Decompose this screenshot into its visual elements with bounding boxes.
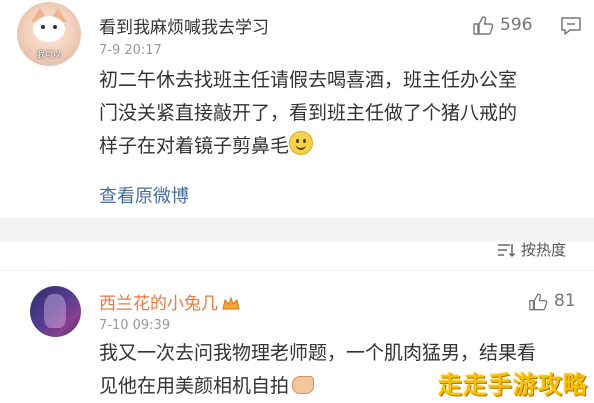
avatar-figure (44, 294, 66, 328)
like-count: 596 (500, 15, 533, 35)
hand-emoji-icon (292, 376, 315, 394)
view-original-link[interactable]: 查看原微博 (99, 182, 189, 208)
smile-emoji-icon (289, 131, 314, 155)
like-button[interactable]: 81 (528, 291, 576, 311)
like-button[interactable]: 596 (472, 15, 532, 35)
cat-face (33, 16, 65, 42)
comment-time: 7-10 09:39 (99, 318, 171, 333)
sort-icon (498, 243, 515, 257)
comment-username[interactable]: 西兰花的小兔几 (99, 289, 240, 314)
comment-text-line: 样子在对着镜子剪鼻毛 (99, 130, 517, 163)
username-text: 西兰花的小兔几 (99, 294, 218, 314)
comment-icon (561, 17, 581, 35)
avatar[interactable] (30, 286, 81, 337)
comment-text-line: 门没关紧直接敲开了，看到班主任做了个猪八戒的 (99, 102, 518, 124)
divider-line (0, 270, 594, 271)
watermark: 走走手游攻略 (438, 371, 588, 399)
cat-eye-right (53, 25, 57, 29)
comment-time: 7-9 20:17 (99, 43, 162, 58)
comment-text: 初二午休去找班主任请假去喝喜酒，班主任办公室 门没关紧直接敲开了，看到班主任做了… (99, 64, 517, 163)
comment-text-line: 初二午休去找班主任请假去喝喜酒，班主任办公室 (99, 69, 518, 91)
thumbs-up-icon (529, 293, 548, 310)
comment-text-segment: 样子在对着镜子剪鼻毛 (99, 135, 290, 157)
comment-username[interactable]: 看到我麻烦喊我去学习 (99, 13, 269, 38)
like-count: 81 (554, 291, 576, 311)
crown-badge-icon (222, 297, 240, 310)
reply-button[interactable] (560, 16, 582, 40)
cat-eye-left (41, 25, 45, 29)
sort-label: 按热度 (521, 241, 567, 259)
thumbs-up-icon (473, 16, 494, 35)
avatar-caption: 我可以 (37, 50, 61, 59)
avatar[interactable]: 我可以 (17, 2, 81, 66)
sort-by-heat-button[interactable]: 按热度 (497, 239, 566, 260)
comment-text-segment: 见他在用美颜相机自拍 (99, 375, 290, 397)
